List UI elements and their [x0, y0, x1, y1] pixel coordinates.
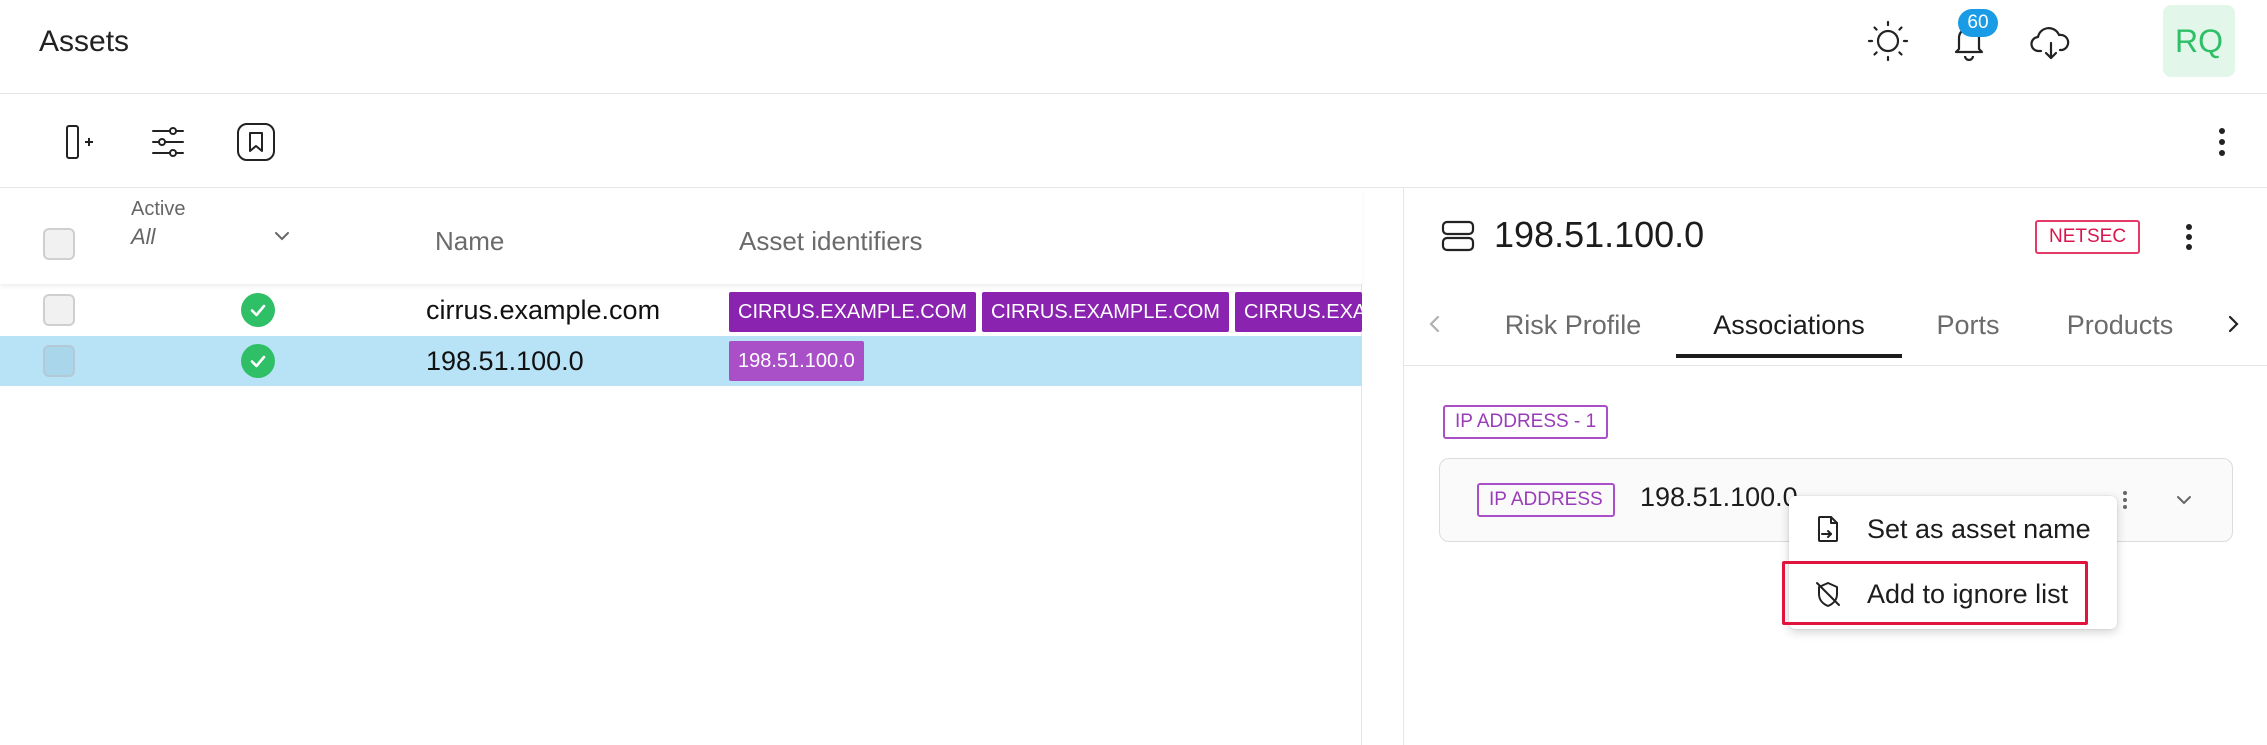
sun-icon[interactable]: [1860, 13, 1916, 69]
check-circle-icon: [241, 344, 275, 378]
column-header-identifiers[interactable]: Asset identifiers: [739, 226, 923, 257]
more-vertical-icon[interactable]: [2190, 110, 2254, 174]
asset-name[interactable]: 198.51.100.0: [426, 336, 584, 386]
identifier-tag: CIRRUS.EXA: [1235, 292, 1362, 332]
menu-item-label: Set as asset name: [1867, 513, 2091, 544]
tab-products[interactable]: Products: [2060, 292, 2180, 358]
row-checkbox[interactable]: [43, 294, 75, 326]
identifier-tag: CIRRUS.EXAMPLE.COM: [729, 292, 976, 332]
menu-item-set-asset-name[interactable]: Set as asset name: [1789, 498, 2117, 560]
user-avatar[interactable]: RQ: [2163, 5, 2235, 77]
detail-more-vertical-icon[interactable]: [2161, 209, 2217, 265]
tab-risk-profile[interactable]: Risk Profile: [1498, 292, 1648, 358]
filter-sliders-icon[interactable]: [136, 110, 200, 174]
menu-item-add-to-ignore-list[interactable]: Add to ignore list: [1789, 563, 2117, 625]
page-title: Assets: [39, 25, 130, 58]
table-row[interactable]: cirrus.example.com CIRRUS.EXAMPLE.COM CI…: [0, 285, 1362, 335]
bookmark-icon[interactable]: [224, 110, 288, 174]
notification-count-badge: 60: [1958, 9, 1998, 37]
tabs-divider: [1404, 365, 2267, 366]
panel-divider: [1403, 188, 1404, 745]
rename-file-icon: [1813, 514, 1843, 544]
shield-off-icon: [1813, 579, 1843, 609]
add-asset-icon[interactable]: [46, 110, 110, 174]
select-all-checkbox[interactable]: [43, 228, 75, 260]
active-filter-value[interactable]: All: [131, 224, 155, 250]
section-label: IP ADDRESS - 1: [1443, 405, 1609, 439]
expand-chevron-icon[interactable]: [2172, 488, 2196, 512]
context-menu: Set as asset name Add to ignore list: [1789, 496, 2117, 629]
association-more-icon[interactable]: [2121, 488, 2129, 512]
tab-ports[interactable]: Ports: [1930, 292, 2006, 358]
toolbar: [0, 94, 2267, 188]
identifier-tag: CIRRUS.EXAMPLE.COM: [982, 292, 1229, 332]
asset-name[interactable]: cirrus.example.com: [426, 285, 660, 335]
table-row-selected[interactable]: 198.51.100.0 198.51.100.0: [0, 336, 1362, 386]
type-badge: NETSEC: [2035, 220, 2141, 254]
association-type-badge: IP ADDRESS: [1477, 483, 1615, 517]
row-checkbox[interactable]: [43, 345, 75, 377]
column-header-name[interactable]: Name: [435, 226, 504, 257]
chevron-left-icon[interactable]: [1424, 310, 1446, 338]
identifier-tag: 198.51.100.0: [729, 341, 864, 381]
chevron-right-icon[interactable]: [2222, 310, 2244, 338]
cloud-download-icon[interactable]: [2023, 15, 2079, 71]
menu-item-label: Add to ignore list: [1867, 578, 2069, 609]
app-header: [0, 0, 2267, 94]
active-filter-label: Active: [131, 198, 186, 220]
assets-table: Active All Name Asset identifiers cirrus…: [0, 188, 1362, 745]
server-icon: [1440, 218, 1476, 254]
association-value: 198.51.100.0: [1640, 482, 1798, 512]
table-header: Active All Name Asset identifiers: [0, 188, 1362, 284]
asset-detail-title: 198.51.100.0: [1494, 214, 1705, 255]
check-circle-icon: [241, 293, 275, 327]
tab-associations[interactable]: Associations: [1676, 292, 1902, 358]
chevron-down-icon[interactable]: [270, 224, 294, 248]
